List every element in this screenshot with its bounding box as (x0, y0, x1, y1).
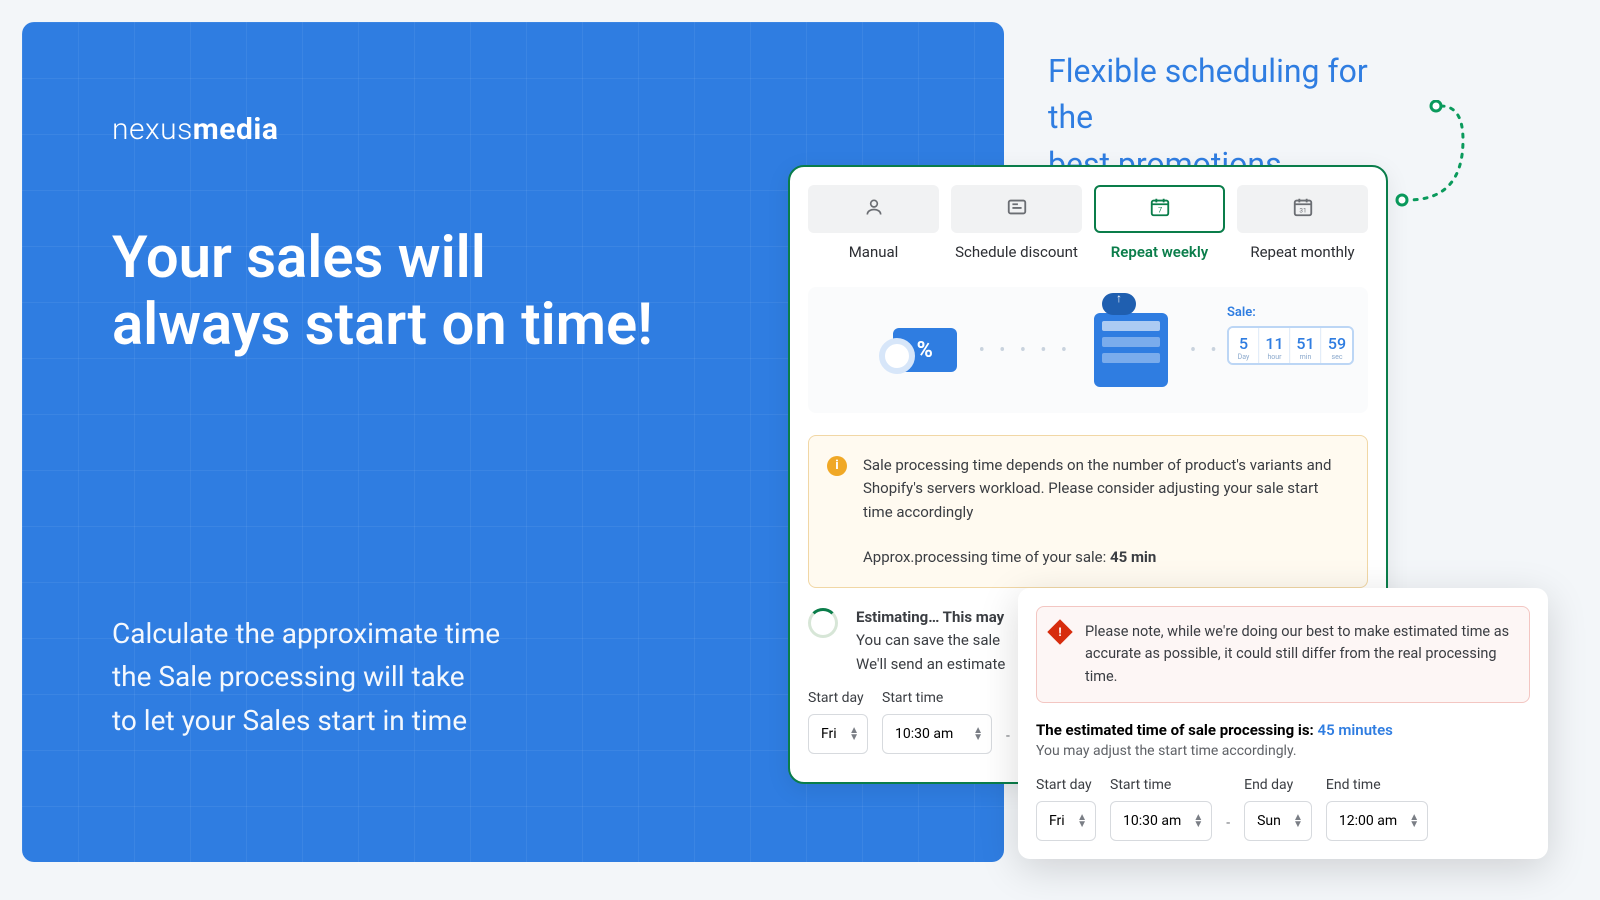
stepper-icon: ▲▼ (1409, 814, 1419, 828)
warning-icon (1047, 619, 1072, 644)
calendar-month-icon: 31 (1292, 196, 1314, 222)
start-day-label: Start day (808, 690, 868, 706)
approx-line: Approx.processing time of your sale: 45 … (863, 546, 1349, 569)
person-icon (864, 197, 884, 221)
start-day-select[interactable]: Fri ▲▼ (1036, 801, 1096, 841)
range-dash: - (1006, 728, 1010, 754)
stepper-icon: ▲▼ (849, 727, 859, 741)
end-day-select[interactable]: Sun ▲▼ (1244, 801, 1312, 841)
stepper-icon: ▲▼ (973, 727, 983, 741)
start-time-label: Start time (882, 690, 992, 706)
calendar-week-icon: 7 (1149, 196, 1171, 222)
svg-text:7: 7 (1157, 206, 1161, 215)
start-time-select[interactable]: 10:30 am ▲▼ (1110, 801, 1212, 841)
tab-label: Schedule discount (951, 243, 1082, 261)
tab-label: Manual (808, 243, 939, 261)
hero-subtext: Calculate the approximate time the Sale … (112, 612, 500, 742)
tab-label: Repeat weekly (1094, 243, 1225, 261)
tab-repeat-monthly[interactable]: 31 Repeat monthly (1237, 185, 1368, 261)
brand-prefix: nexus (112, 112, 193, 147)
spinner-icon (808, 608, 838, 638)
info-icon: i (827, 456, 847, 476)
start-day-select[interactable]: Fri ▲▼ (808, 714, 868, 754)
server-icon (1094, 313, 1168, 387)
brand-bold: media (193, 112, 279, 147)
tab-label: Repeat monthly (1237, 243, 1368, 261)
tab-manual[interactable]: Manual (808, 185, 939, 261)
estimate-line: The estimated time of sale processing is… (1036, 721, 1530, 739)
start-time-select[interactable]: 10:30 am ▲▼ (882, 714, 992, 754)
end-time-label: End time (1326, 777, 1428, 793)
cloud-upload-icon (1102, 293, 1136, 315)
stepper-icon: ▲▼ (1193, 814, 1203, 828)
start-time-label: Start time (1110, 777, 1212, 793)
discount-tag-icon: % (893, 328, 957, 372)
range-dash: - (1226, 815, 1230, 841)
start-day-label: Start day (1036, 777, 1096, 793)
end-time-select[interactable]: 12:00 am ▲▼ (1326, 801, 1428, 841)
schedule-tabs: Manual Schedule discount 7 Repeat weekly… (808, 185, 1368, 261)
countdown-title: Sale: (1227, 305, 1354, 320)
stepper-icon: ▲▼ (1077, 814, 1087, 828)
tag-icon (1006, 196, 1028, 222)
tab-repeat-weekly[interactable]: 7 Repeat weekly (1094, 185, 1225, 261)
countdown: Sale: 5Day 11hour 51min 59sec (1227, 305, 1354, 365)
popup-schedule-row: Start day Fri ▲▼ Start time 10:30 am ▲▼ … (1036, 777, 1530, 841)
accuracy-alert: Please note, while we're doing our best … (1036, 606, 1530, 703)
processing-time-banner: i Sale processing time depends on the nu… (808, 435, 1368, 588)
tab-schedule-discount[interactable]: Schedule discount (951, 185, 1082, 261)
banner-text: Sale processing time depends on the numb… (863, 454, 1349, 524)
estimate-hint: You may adjust the start time accordingl… (1036, 743, 1530, 759)
dotted-arrow-icon (1388, 100, 1468, 240)
svg-text:31: 31 (1299, 207, 1306, 215)
stepper-icon: ▲▼ (1293, 814, 1303, 828)
brand-logo: nexusmedia (112, 112, 1004, 147)
flow-illustration: % • • • • • • • • • • Sale: 5Day 11hour … (808, 287, 1368, 413)
estimate-popup: Please note, while we're doing our best … (1018, 588, 1548, 859)
dots-icon: • • • • • (979, 340, 1072, 361)
end-day-label: End day (1244, 777, 1312, 793)
headline: Your sales will always start on time! (112, 225, 672, 358)
